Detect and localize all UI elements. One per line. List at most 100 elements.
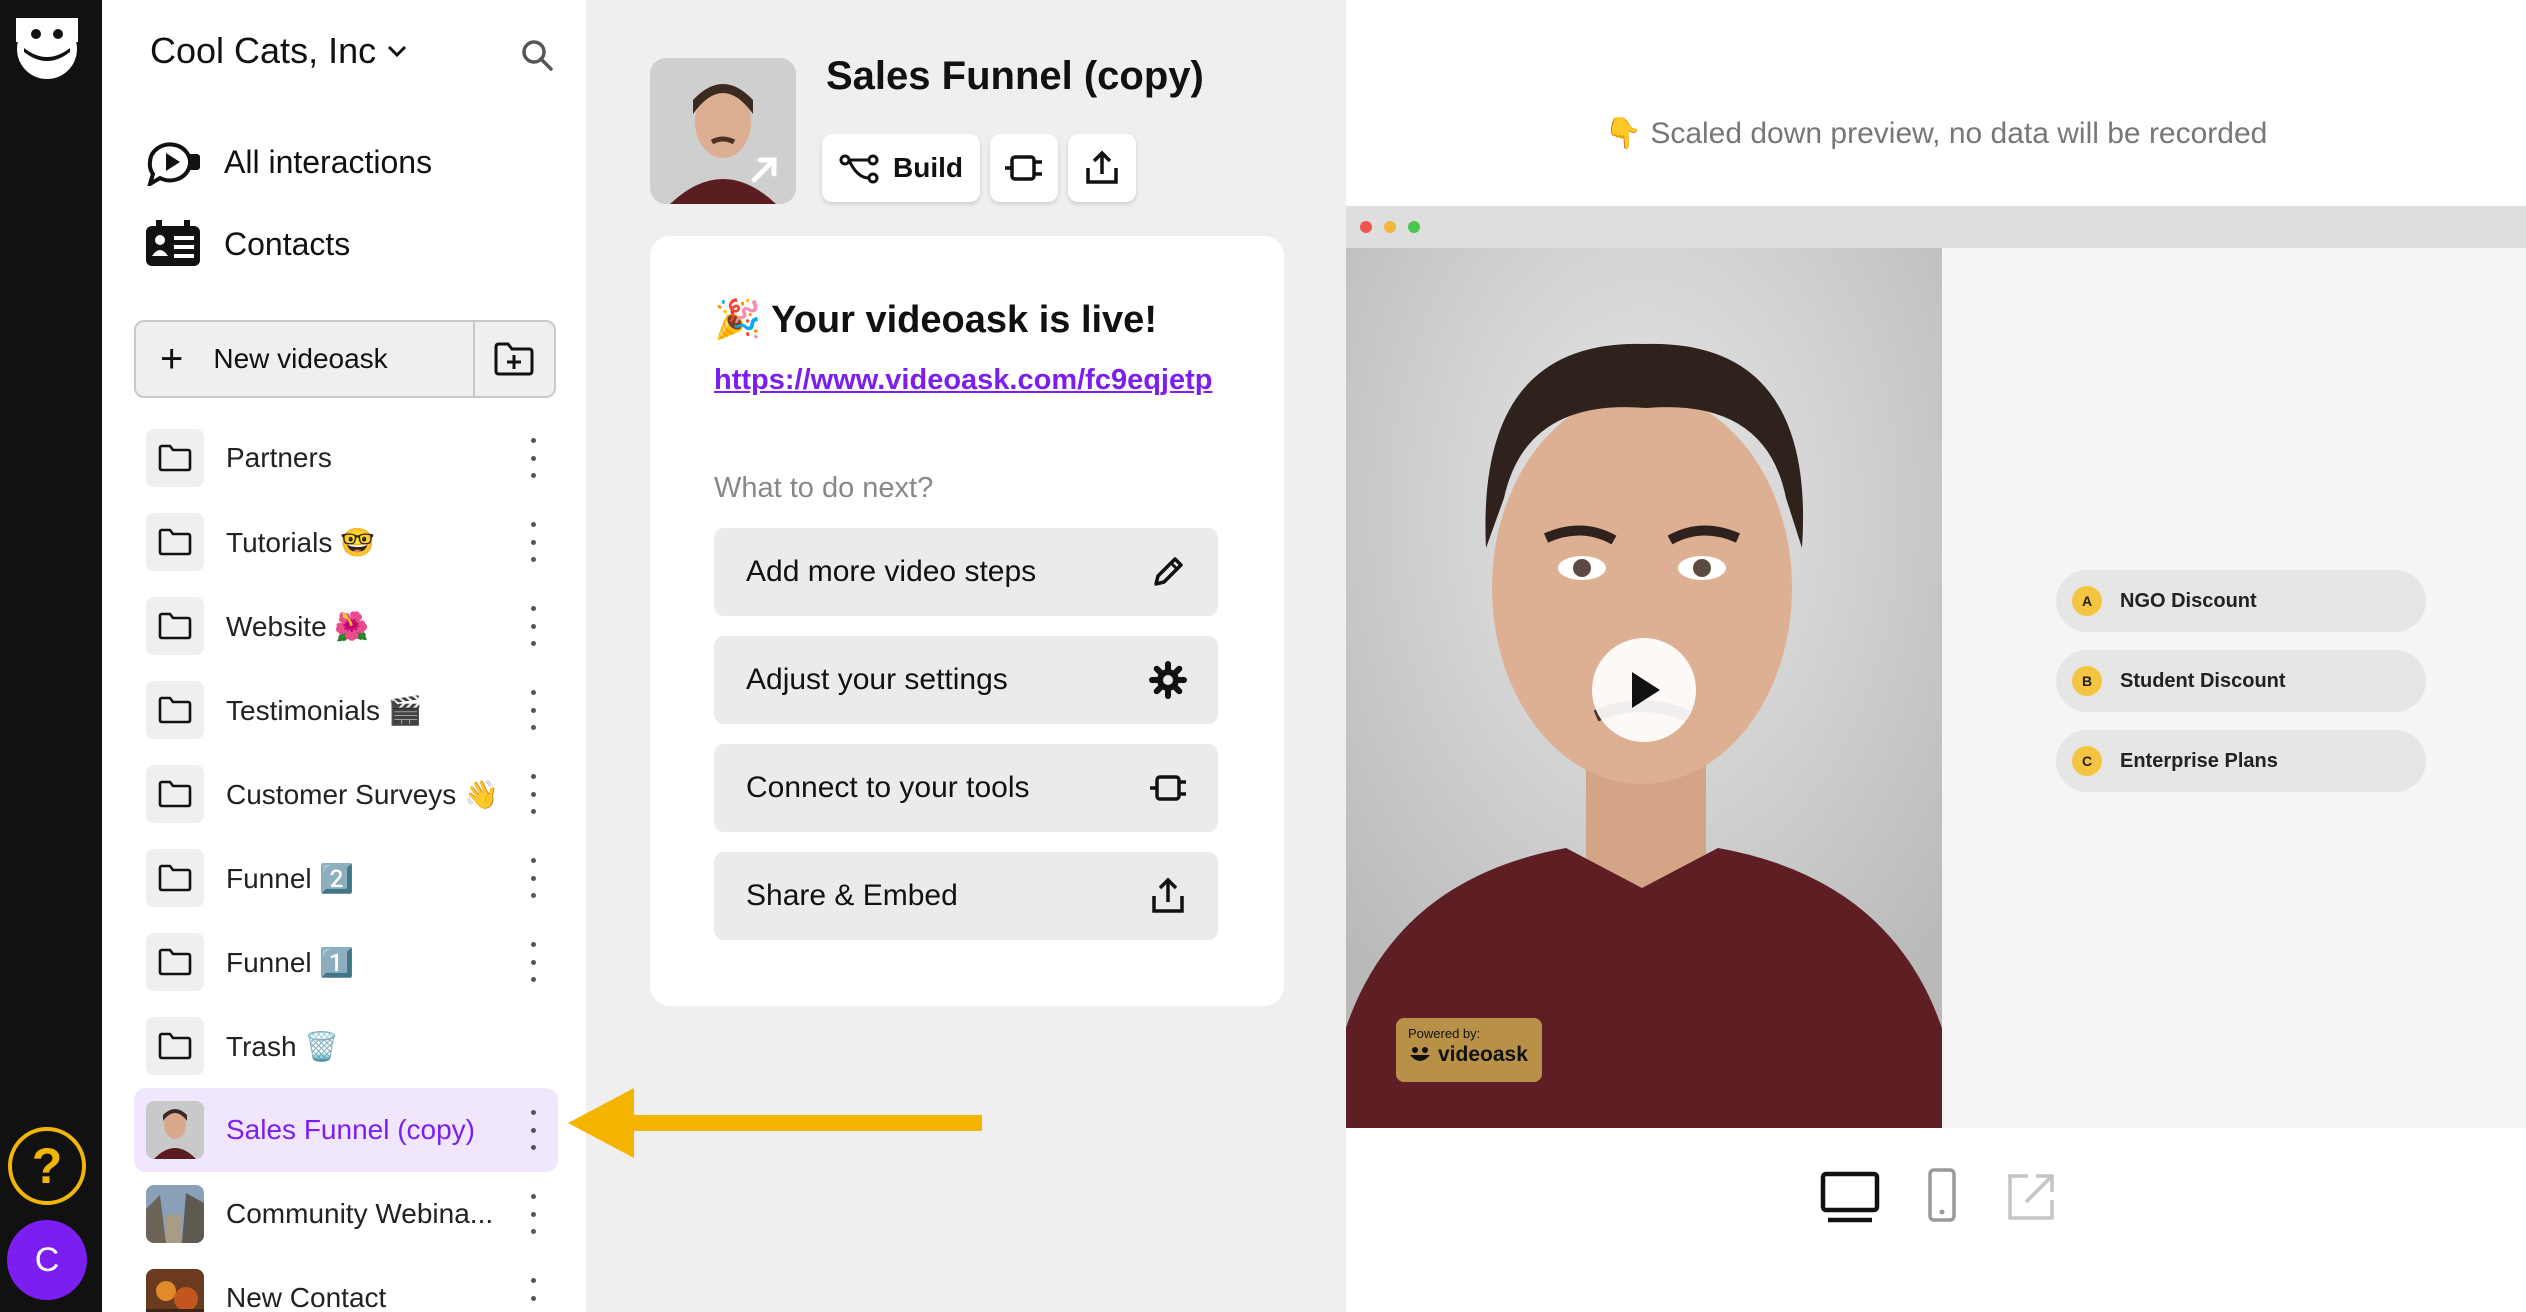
videoask-label: New Contact: [226, 1282, 387, 1312]
preview-panel: 👇 Scaled down preview, no data will be r…: [1346, 0, 2526, 1312]
page-title: Sales Funnel (copy): [826, 54, 1204, 98]
folder-item-tutorials[interactable]: Tutorials 🤓: [134, 500, 558, 584]
new-videoask-button[interactable]: + New videoask: [136, 322, 473, 396]
powered-by-badge[interactable]: Powered by: videoask: [1396, 1018, 1542, 1082]
next-steps-card: 🎉 Your videoask is live! https://www.vid…: [650, 236, 1284, 1006]
mobile-icon[interactable]: [1912, 1166, 1972, 1226]
folder-item-trash[interactable]: Trash 🗑️: [134, 1004, 558, 1088]
folder-item-partners[interactable]: Partners: [134, 416, 558, 500]
folder-icon: [146, 1017, 204, 1075]
folder-label: Funnel 2️⃣: [226, 862, 355, 894]
choice-label: Student Discount: [2120, 669, 2286, 692]
choice-option-a[interactable]: A NGO Discount: [2056, 570, 2426, 632]
folder-label: Partners: [226, 442, 332, 473]
folder-icon: [146, 933, 204, 991]
build-button[interactable]: Build: [822, 134, 980, 202]
user-avatar[interactable]: C: [7, 1220, 87, 1300]
help-button[interactable]: ?: [8, 1127, 86, 1205]
search-icon[interactable]: [520, 38, 554, 72]
more-options-icon[interactable]: [528, 774, 538, 814]
nav-all-interactions[interactable]: All interactions: [144, 134, 432, 190]
share-upload-icon: [1086, 150, 1118, 184]
folder-item-customer-surveys[interactable]: Customer Surveys 👋: [134, 752, 558, 836]
flow-build-icon: [839, 154, 879, 184]
folder-label: Testimonials 🎬: [226, 694, 423, 726]
folder-label: Tutorials 🤓: [226, 526, 375, 558]
org-switcher[interactable]: Cool Cats, Inc: [150, 30, 408, 72]
folder-label: Website 🌺: [226, 610, 370, 642]
folder-icon: [146, 681, 204, 739]
brand-name: videoask: [1438, 1043, 1528, 1066]
more-options-icon[interactable]: [528, 1194, 538, 1234]
folder-list: Partners Tutorials 🤓 Website 🌺 Testimoni…: [134, 416, 558, 1312]
folder-item-testimonials[interactable]: Testimonials 🎬: [134, 668, 558, 752]
next-steps-heading: What to do next?: [714, 472, 934, 504]
nav-contacts[interactable]: Contacts: [144, 216, 350, 272]
folder-icon: [146, 429, 204, 487]
videoask-public-link[interactable]: https://www.videoask.com/fc9eqjetp: [714, 364, 1212, 397]
integration-plug-icon: [1005, 155, 1042, 181]
build-label: Build: [893, 152, 963, 183]
videoask-item-community-webinar[interactable]: Community Webina...: [134, 1172, 558, 1256]
folder-label: Funnel 1️⃣: [226, 946, 355, 978]
more-options-icon[interactable]: [528, 690, 538, 730]
more-options-icon[interactable]: [528, 942, 538, 982]
videoask-label: Community Webina...: [226, 1198, 494, 1229]
play-button[interactable]: [1592, 638, 1696, 742]
folder-icon: [146, 597, 204, 655]
integrations-button[interactable]: [990, 134, 1058, 202]
desktop-icon[interactable]: [1820, 1166, 1880, 1226]
preview-notice: 👇 Scaled down preview, no data will be r…: [1604, 117, 2268, 150]
open-external-icon[interactable]: [2002, 1166, 2062, 1226]
videoask-item-sales-funnel-copy[interactable]: Sales Funnel (copy): [134, 1088, 558, 1172]
nav-label: Contacts: [224, 225, 351, 262]
choice-key: C: [2072, 746, 2102, 776]
powered-by-text: Powered by:: [1408, 1026, 1481, 1041]
new-folder-button[interactable]: [475, 322, 554, 396]
more-options-icon[interactable]: [528, 606, 538, 646]
videoask-smile-icon: [1410, 1047, 1430, 1061]
action-label: Connect to your tools: [746, 771, 1030, 804]
videoask-logo-icon[interactable]: [16, 18, 78, 80]
folder-icon: [146, 765, 204, 823]
choice-option-b[interactable]: B Student Discount: [2056, 650, 2426, 712]
folder-icon: [146, 849, 204, 907]
contacts-icon: [146, 220, 200, 266]
pencil-icon: [1154, 557, 1183, 586]
more-options-icon[interactable]: [528, 858, 538, 898]
folder-label: Customer Surveys 👋: [226, 778, 499, 810]
folder-item-funnel-1[interactable]: Funnel 1️⃣: [134, 920, 558, 1004]
connect-tools-button[interactable]: Connect to your tools: [714, 744, 1218, 832]
sidebar: Cool Cats, Inc All interactions Contacts: [102, 0, 586, 1312]
videoask-thumbnail: [146, 1101, 204, 1159]
play-icon: [1632, 672, 1660, 708]
nav-label: All interactions: [224, 143, 433, 180]
preview-viewport: Powered by: videoask A NGO Discount B St…: [1346, 248, 2526, 1128]
more-options-icon[interactable]: [528, 1110, 538, 1150]
folder-icon: [146, 513, 204, 571]
chevron-down-icon: [388, 45, 407, 58]
more-options-icon[interactable]: [528, 1278, 538, 1312]
choice-key: A: [2072, 586, 2102, 616]
org-name: Cool Cats, Inc: [150, 30, 377, 71]
folder-plus-icon: [494, 342, 534, 376]
choice-option-c[interactable]: C Enterprise Plans: [2056, 730, 2426, 792]
folder-item-funnel-2[interactable]: Funnel 2️⃣: [134, 836, 558, 920]
share-upload-icon: [1152, 877, 1184, 913]
preview-video[interactable]: Powered by: videoask: [1346, 248, 1942, 1128]
add-video-steps-button[interactable]: Add more video steps: [714, 528, 1218, 616]
videoask-item-new-contact[interactable]: New Contact: [134, 1256, 558, 1312]
videoask-thumbnail: [146, 1269, 204, 1312]
folder-label: Trash 🗑️: [226, 1030, 340, 1062]
choice-label: Enterprise Plans: [2120, 749, 2278, 772]
share-button[interactable]: [1068, 134, 1136, 202]
videoask-cover-thumbnail[interactable]: [650, 58, 796, 204]
choice-label: NGO Discount: [2120, 589, 2257, 612]
more-options-icon[interactable]: [528, 438, 538, 478]
more-options-icon[interactable]: [528, 522, 538, 562]
share-embed-button[interactable]: Share & Embed: [714, 852, 1218, 940]
folder-item-website[interactable]: Website 🌺: [134, 584, 558, 668]
action-label: Adjust your settings: [746, 663, 1008, 696]
adjust-settings-button[interactable]: Adjust your settings: [714, 636, 1218, 724]
app-rail: ? C: [0, 0, 102, 1312]
